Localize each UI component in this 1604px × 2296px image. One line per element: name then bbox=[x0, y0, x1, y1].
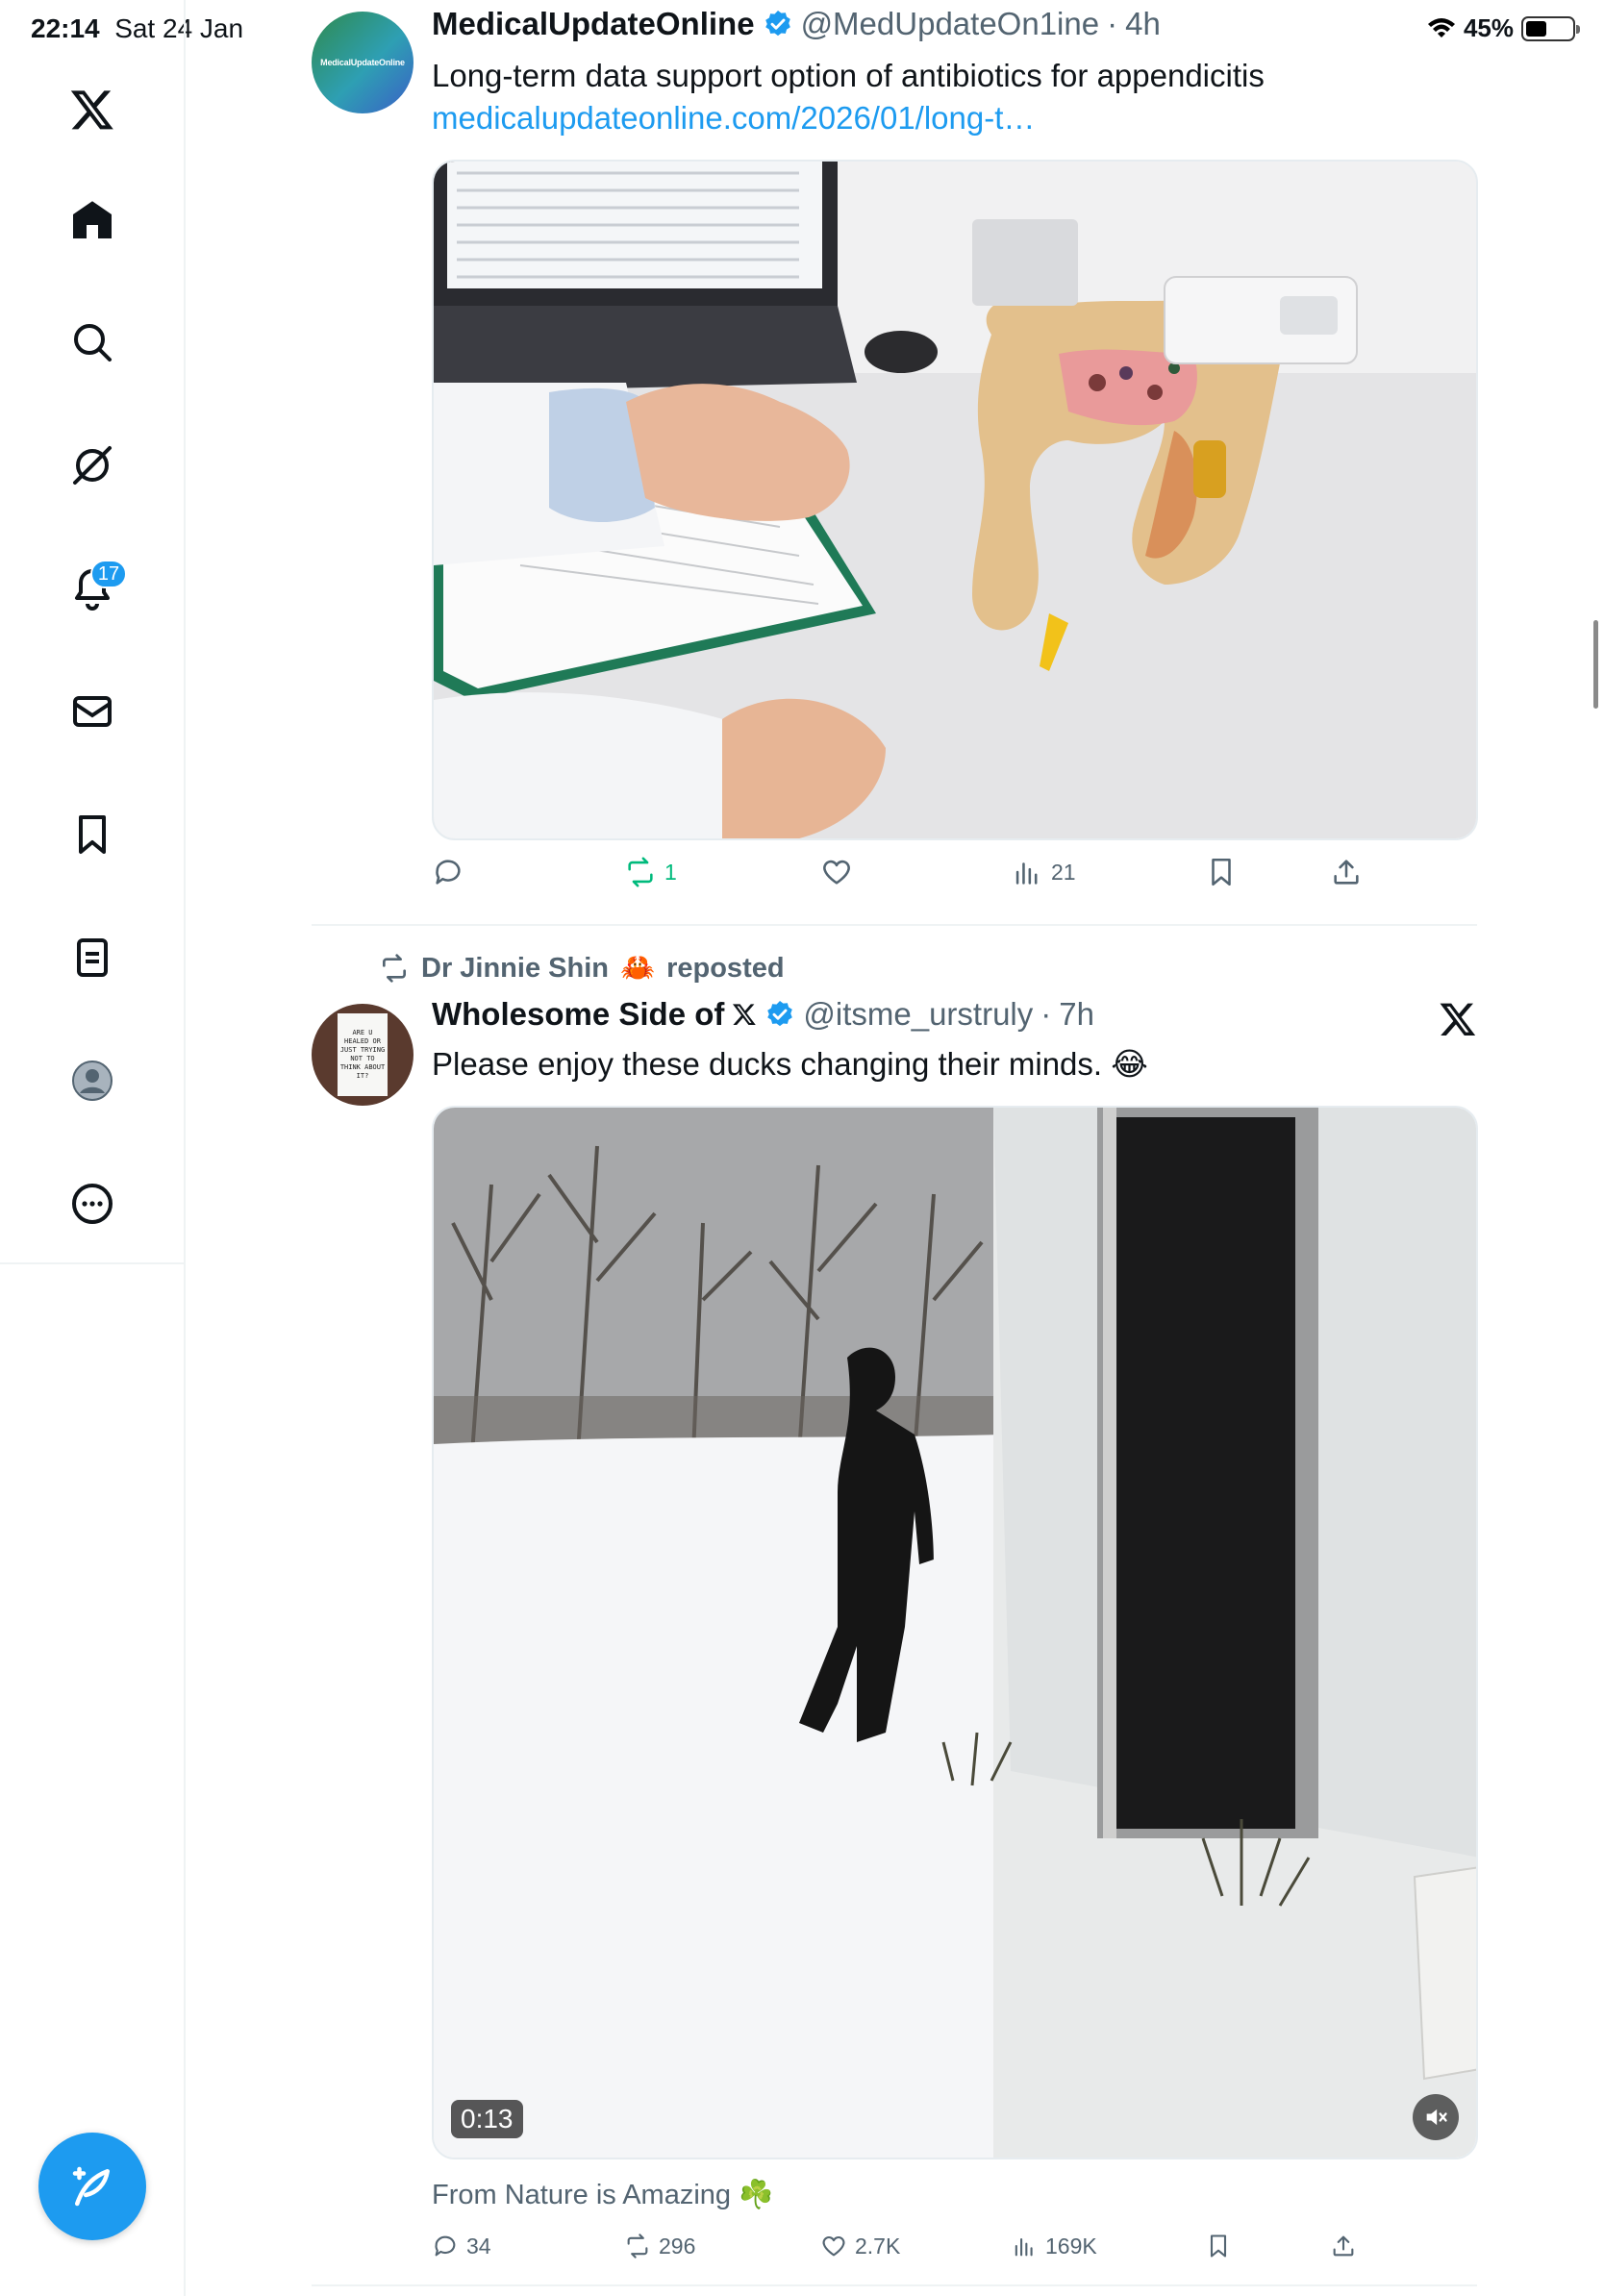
tweet-link[interactable]: medicalupdateonline.com/2026/01/long-t… bbox=[432, 100, 1035, 137]
reply-icon bbox=[436, 860, 461, 885]
repost-icon bbox=[383, 954, 406, 983]
reposter-emoji: 🦀 bbox=[619, 953, 656, 984]
tweet-separator bbox=[312, 2284, 1477, 2286]
notifications-icon[interactable]: 17 bbox=[54, 550, 131, 627]
repost-label: reposted bbox=[666, 952, 785, 984]
verified-badge-icon bbox=[767, 1001, 793, 1027]
share-button[interactable] bbox=[1330, 856, 1363, 888]
video-frame bbox=[434, 1108, 1476, 2158]
display-name[interactable]: MedicalUpdateOnline bbox=[432, 6, 755, 42]
verified-badge-icon bbox=[764, 11, 790, 37]
tweet[interactable]: Dr Jinnie Shin 🦀 reposted ARE U HEALED O… bbox=[312, 942, 1478, 2288]
tweet-image[interactable] bbox=[432, 160, 1478, 840]
repost-count: 1 bbox=[664, 859, 677, 885]
profile-icon[interactable] bbox=[54, 1042, 131, 1119]
reply-icon bbox=[435, 2235, 456, 2257]
x-logo[interactable] bbox=[54, 71, 131, 148]
heart-icon bbox=[823, 860, 850, 885]
mute-button[interactable] bbox=[1413, 2094, 1459, 2140]
tweet-text: Please enjoy these ducks changing their … bbox=[432, 1046, 1148, 1082]
messages-icon[interactable] bbox=[54, 673, 131, 750]
bookmark-icon bbox=[1210, 2234, 1227, 2258]
avatar[interactable]: MedicalUpdateOnline bbox=[312, 12, 414, 113]
heart-icon bbox=[822, 2235, 845, 2257]
handle[interactable]: @itsme_urstruly bbox=[803, 996, 1033, 1033]
home-icon[interactable] bbox=[54, 181, 131, 258]
lists-icon[interactable] bbox=[54, 919, 131, 996]
sidebar-divider bbox=[0, 1262, 186, 1264]
timestamp[interactable]: 7h bbox=[1059, 996, 1094, 1033]
handle[interactable]: @MedUpdateOn1ine bbox=[801, 6, 1100, 42]
compose-button[interactable] bbox=[38, 2133, 146, 2240]
avatar-sign-text: ARE U HEALED OR JUST TRYING NOT TO THINK… bbox=[339, 1029, 386, 1080]
tweet-header: MedicalUpdateOnline @MedUpdateOn1ine · 4… bbox=[432, 6, 1161, 42]
views-icon bbox=[1015, 2237, 1033, 2257]
notifications-badge: 17 bbox=[90, 560, 127, 588]
display-name[interactable]: Wholesome Side of bbox=[432, 996, 724, 1033]
views-count: 169K bbox=[1045, 2233, 1097, 2259]
grok-icon[interactable] bbox=[54, 427, 131, 504]
repost-count: 296 bbox=[659, 2233, 696, 2259]
sidebar: 17 bbox=[0, 0, 186, 2296]
repost-button[interactable]: 1 bbox=[624, 856, 677, 888]
anatomy-model-image bbox=[434, 162, 1476, 838]
reply-count: 34 bbox=[466, 2233, 491, 2259]
like-button[interactable] bbox=[820, 856, 861, 888]
views-count: 21 bbox=[1051, 859, 1076, 885]
share-icon bbox=[1333, 2235, 1354, 2257]
tweet-actions: 1 21 bbox=[432, 856, 1478, 904]
bookmark-icon bbox=[1212, 858, 1231, 886]
video-duration: 0:13 bbox=[451, 2100, 523, 2138]
avatar[interactable]: ARE U HEALED OR JUST TRYING NOT TO THINK… bbox=[312, 1004, 414, 1106]
repost-icon bbox=[627, 2234, 648, 2259]
reply-button[interactable] bbox=[432, 856, 472, 888]
reply-button[interactable]: 34 bbox=[432, 2233, 491, 2259]
repost-indicator: Dr Jinnie Shin 🦀 reposted bbox=[379, 952, 785, 985]
bookmarks-icon[interactable] bbox=[54, 796, 131, 873]
views-button[interactable]: 169K bbox=[1011, 2233, 1097, 2259]
bookmark-button[interactable] bbox=[1205, 2233, 1232, 2259]
timestamp[interactable]: 4h bbox=[1125, 6, 1161, 42]
battery-icon bbox=[1521, 15, 1580, 41]
avatar-logo-text: MedicalUpdateOnline bbox=[320, 58, 405, 67]
tweet-video[interactable]: 0:13 bbox=[432, 1106, 1478, 2159]
tweet-actions: 34 296 2.7K 169K bbox=[432, 2233, 1478, 2281]
video-source[interactable]: From Nature is Amazing ☘️ bbox=[432, 2179, 773, 2211]
repost-icon bbox=[628, 857, 653, 887]
like-button[interactable]: 2.7K bbox=[820, 2233, 900, 2259]
repost-button[interactable]: 296 bbox=[624, 2233, 695, 2259]
x-logo-icon[interactable] bbox=[1439, 1000, 1477, 1038]
tweet-separator bbox=[312, 924, 1477, 926]
share-button[interactable] bbox=[1330, 2233, 1357, 2259]
tweet-header: Wholesome Side of @itsme_urstruly · 7h bbox=[432, 996, 1094, 1033]
more-icon[interactable] bbox=[54, 1165, 131, 1242]
x-affiliate-icon bbox=[733, 1004, 757, 1026]
views-icon bbox=[1015, 862, 1038, 885]
scrollbar-thumb[interactable] bbox=[1593, 620, 1598, 709]
search-icon[interactable] bbox=[54, 304, 131, 381]
volume-muted-icon bbox=[1426, 2109, 1447, 2126]
compose-icon bbox=[72, 2166, 110, 2207]
tweet[interactable]: MedicalUpdateOnline MedicalUpdateOnline … bbox=[312, 0, 1478, 923]
views-button[interactable]: 21 bbox=[1011, 856, 1076, 888]
tweet-text: Long-term data support option of antibio… bbox=[432, 58, 1265, 93]
reposter-name[interactable]: Dr Jinnie Shin bbox=[421, 953, 609, 985]
share-icon bbox=[1334, 860, 1359, 885]
like-count: 2.7K bbox=[855, 2233, 901, 2259]
bookmark-button[interactable] bbox=[1205, 856, 1238, 888]
